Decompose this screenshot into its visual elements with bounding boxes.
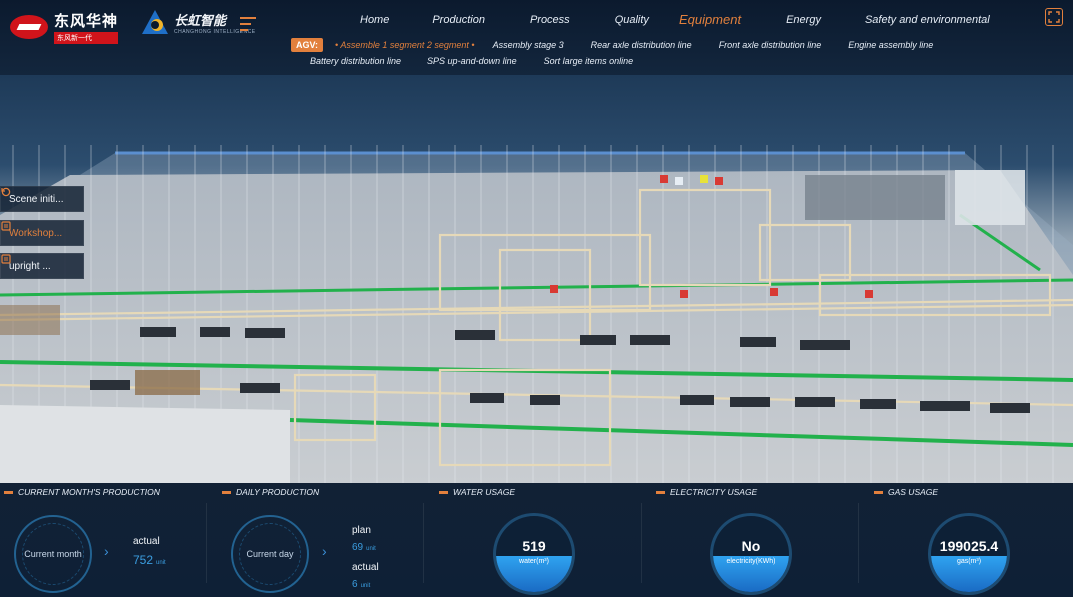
day-plan-value: 69 unit [352,542,376,553]
water-usage-title: WATER USAGE [439,487,515,497]
day-plan-label: plan [352,525,371,536]
nav-safety-environmental[interactable]: Safety and environmental [865,14,990,27]
agv-line-sps[interactable]: SPS up-and-down line [427,56,517,66]
nav-equipment[interactable]: Equipment [679,12,741,27]
brand-name: 东风华神 [54,12,119,30]
factory-3d-scene[interactable]: Scene initi... Workshop... upright ... [0,75,1073,483]
nav-home[interactable]: Home [360,14,389,27]
nav-quality[interactable]: Quality [615,14,649,27]
agv-line-battery[interactable]: Battery distribution line [310,56,401,66]
divider [423,503,424,583]
electricity-value: No [741,538,761,554]
changhong-logo-icon [140,8,170,36]
scene-init-label: Scene initi... [9,193,64,205]
agv-tag: AGV: [291,38,324,52]
agv-line-assembly-stage-3[interactable]: Assembly stage 3 [493,40,564,50]
water-value: 519 [522,538,546,554]
electricity-unit: electricity(KWh) [726,558,776,565]
reset-icon [1,187,11,197]
nav-production[interactable]: Production [432,14,485,27]
layers-icon [1,221,11,231]
current-month-ring: Current month [14,515,92,593]
gas-gauge: 199025.4 gas(m³) [928,513,1010,595]
current-month-label: Current month [24,549,82,559]
divider [206,503,207,583]
water-unit: water(m³) [519,558,549,565]
gas-value: 199025.4 [939,538,999,554]
day-actual-label: actual [352,562,379,573]
agv-line-engine-assembly[interactable]: Engine assembly line [848,40,933,50]
menu-toggle-icon[interactable] [240,17,256,31]
upright-button[interactable]: upright ... [0,253,84,279]
dongfeng-logo-icon [10,15,48,39]
day-actual-value: 6 unit [352,579,371,590]
scene-init-button[interactable]: Scene initi... [0,186,84,212]
month-production-title: CURRENT MONTH'S PRODUCTION [4,487,160,497]
agv-line-row-1: AGV: • Assemble 1 segment 2 segment • As… [291,38,933,52]
brand-logo[interactable]: 东风华神 东风新一代 [10,10,119,44]
kpi-panel: CURRENT MONTH'S PRODUCTION DAILY PRODUCT… [0,483,1073,597]
divider [858,503,859,583]
agv-line-row-2: Battery distribution line SPS up-and-dow… [310,56,633,66]
month-actual-value: 752 unit [133,553,166,567]
workshop-button[interactable]: Workshop... [0,220,84,246]
brand-slogan: 东风新一代 [54,32,119,44]
gas-usage-title: GAS USAGE [874,487,938,497]
main-nav: Home Production Process Quality Equipmen… [330,12,990,27]
electricity-gauge: No electricity(KWh) [710,513,792,595]
layers-icon [1,254,11,264]
agv-line-rear-axle[interactable]: Rear axle distribution line [591,40,692,50]
nav-energy[interactable]: Energy [786,14,821,27]
factory-floor-render [0,145,1073,483]
current-day-ring: Current day [231,515,309,593]
agv-line-sort-large-items[interactable]: Sort large items online [544,56,634,66]
month-actual-label: actual [133,536,160,547]
agv-line-front-axle[interactable]: Front axle distribution line [719,40,822,50]
nav-process[interactable]: Process [530,14,570,27]
chevron-right-icon: › [104,543,109,559]
water-gauge: 519 water(m³) [493,513,575,595]
gas-unit: gas(m³) [956,558,982,565]
chevron-right-icon: › [322,543,327,559]
daily-production-title: DAILY PRODUCTION [222,487,319,497]
electricity-usage-title: ELECTRICITY USAGE [656,487,757,497]
fullscreen-icon[interactable] [1045,8,1063,26]
divider [641,503,642,583]
current-day-label: Current day [246,549,294,559]
agv-line-assemble-1-2[interactable]: • Assemble 1 segment 2 segment • [335,40,475,50]
top-header: 东风华神 东风新一代 长虹智能 CHANGHONG INTELLIGENCE H… [0,0,1073,75]
partner-logo: 长虹智能 CHANGHONG INTELLIGENCE [140,8,256,36]
workshop-label: Workshop... [9,227,63,239]
upright-label: upright ... [9,260,51,272]
